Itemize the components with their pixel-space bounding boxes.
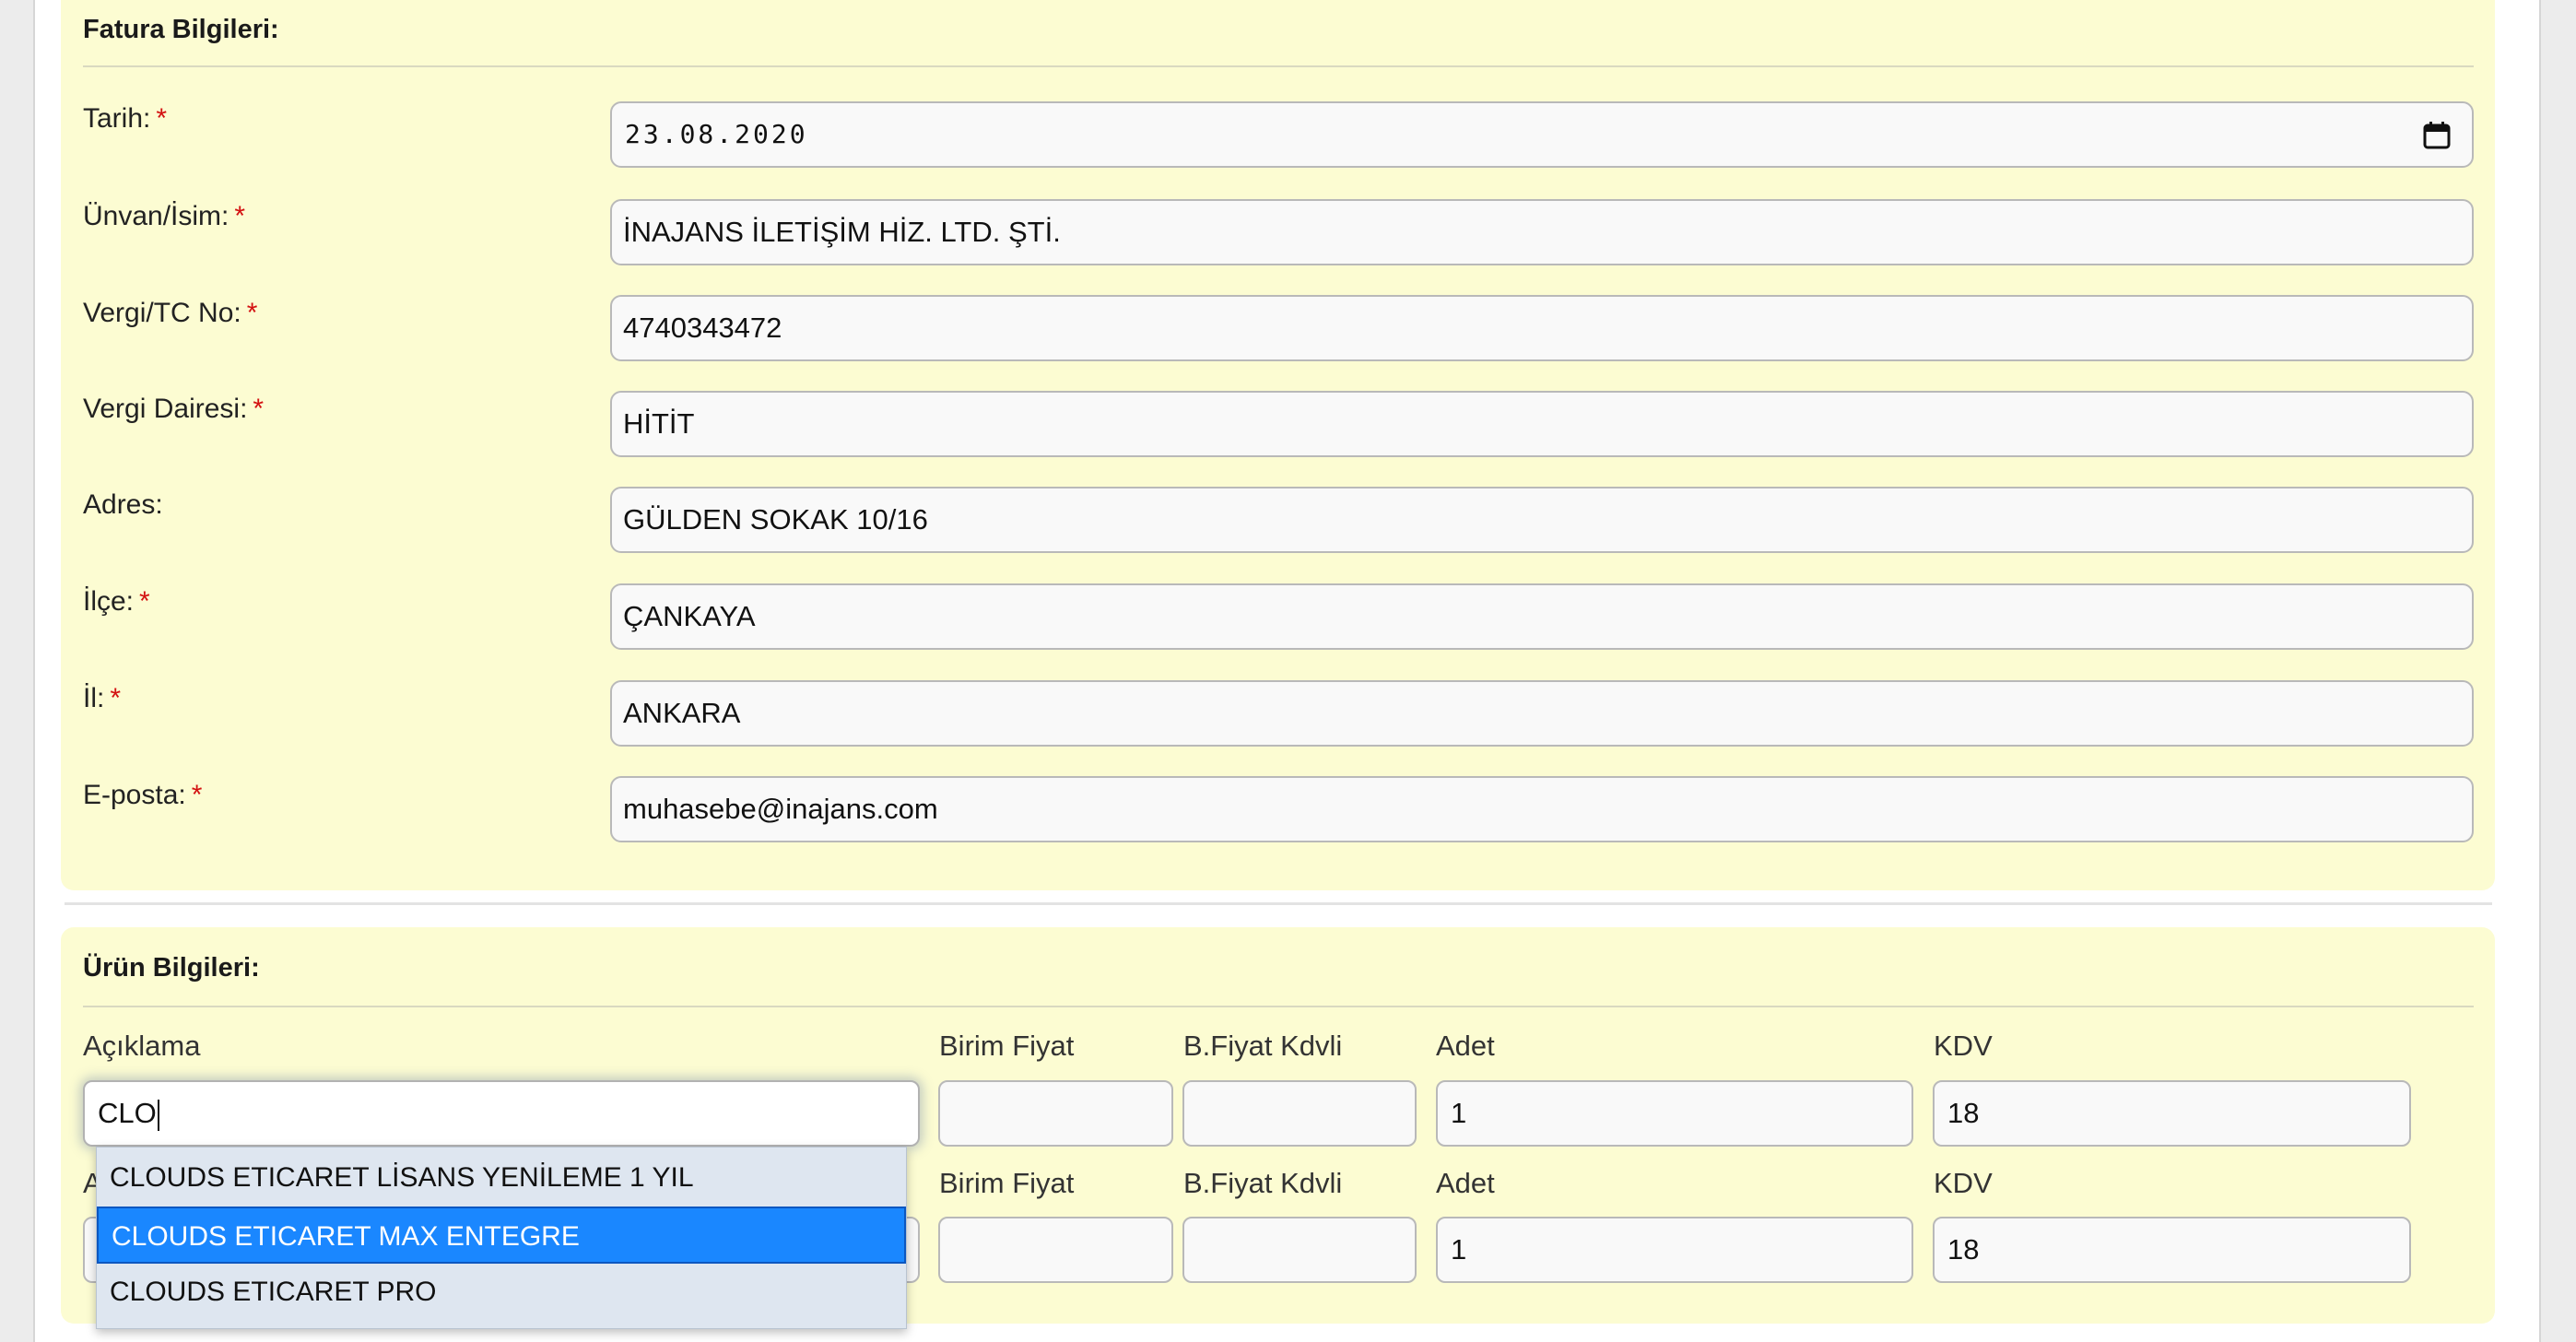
urun-divider [83, 1006, 2474, 1007]
section-separator [65, 902, 2492, 905]
calendar-icon[interactable] [2422, 121, 2452, 150]
birim-fiyat-label: Birim Fiyat [939, 1030, 1075, 1062]
required-marker: * [139, 586, 150, 617]
tarih-label-text: Tarih: [83, 103, 151, 134]
birim-fiyat-label-row2: Birim Fiyat [939, 1167, 1075, 1199]
text-caret [157, 1099, 159, 1131]
b-fiyat-kdvli-input-row2[interactable] [1182, 1217, 1417, 1283]
ilce-input[interactable]: ÇANKAYA [610, 583, 2474, 650]
urun-section-title: Ürün Bilgileri: [83, 953, 260, 983]
vergi-dairesi-label: Vergi Dairesi: * [83, 394, 264, 425]
adres-input[interactable]: GÜLDEN SOKAK 10/16 [610, 487, 2474, 553]
vergi-no-value: 4740343472 [623, 312, 782, 344]
adres-value: GÜLDEN SOKAK 10/16 [623, 503, 928, 536]
vergi-dairesi-value: HİTİT [623, 407, 695, 440]
aciklama-input[interactable]: CLO [83, 1080, 920, 1147]
kdv-value: 18 [1947, 1097, 1980, 1129]
vergi-no-input[interactable]: 4740343472 [610, 295, 2474, 361]
adet-value: 1 [1451, 1097, 1467, 1129]
eposta-label-text: E-posta: [83, 780, 186, 810]
fatura-divider [83, 65, 2474, 67]
unvan-input[interactable]: İNAJANS İLETİŞİM HİZ. LTD. ŞTİ. [610, 199, 2474, 265]
eposta-label: E-posta: * [83, 780, 202, 811]
vergi-no-label: Vergi/TC No: * [83, 298, 257, 329]
eposta-input[interactable]: muhasebe@inajans.com [610, 776, 2474, 842]
tarih-value: 23.08.2020 [625, 119, 808, 149]
adres-label-text: Adres: [83, 489, 163, 520]
kdv-input[interactable]: 18 [1933, 1080, 2411, 1147]
eposta-value: muhasebe@inajans.com [623, 793, 938, 825]
kdv-label-row2: KDV [1934, 1167, 1993, 1199]
ilce-value: ÇANKAYA [623, 600, 756, 632]
vergi-no-label-text: Vergi/TC No: [83, 298, 241, 328]
b-fiyat-kdvli-label: B.Fiyat Kdvli [1183, 1030, 1343, 1062]
autocomplete-item-active[interactable]: CLOUDS ETICARET MAX ENTEGRE [97, 1207, 906, 1264]
birim-fiyat-input-row2[interactable] [938, 1217, 1173, 1283]
fatura-section-title: Fatura Bilgileri: [83, 15, 279, 44]
kdv-input-row2[interactable]: 18 [1933, 1217, 2411, 1283]
il-value: ANKARA [623, 697, 741, 729]
b-fiyat-kdvli-input[interactable] [1182, 1080, 1417, 1147]
adet-input-row2[interactable]: 1 [1436, 1217, 1913, 1283]
autocomplete-dropdown: CLOUDS ETICARET LİSANS YENİLEME 1 YIL CL… [96, 1147, 907, 1329]
adet-input[interactable]: 1 [1436, 1080, 1913, 1147]
birim-fiyat-input[interactable] [938, 1080, 1173, 1147]
il-label-text: İl: [83, 683, 105, 713]
vergi-dairesi-label-text: Vergi Dairesi: [83, 394, 248, 424]
adres-label: Adres: [83, 489, 169, 521]
il-input[interactable]: ANKARA [610, 680, 2474, 747]
aciklama-label: Açıklama [83, 1030, 201, 1062]
ilce-label: İlçe: * [83, 586, 150, 618]
kdv-label: KDV [1934, 1030, 1993, 1062]
autocomplete-item[interactable]: CLOUDS ETICARET PRO [97, 1264, 906, 1321]
required-marker: * [110, 683, 122, 713]
adet-label: Adet [1436, 1030, 1495, 1062]
autocomplete-item[interactable]: CLOUDS ETICARET LİSANS YENİLEME 1 YIL [97, 1149, 906, 1207]
il-label: İl: * [83, 683, 121, 714]
tarih-label: Tarih: * [83, 103, 167, 135]
required-marker: * [253, 394, 265, 424]
adet-label-row2: Adet [1436, 1167, 1495, 1199]
unvan-label: Ünvan/İsim: * [83, 201, 245, 232]
unvan-value: İNAJANS İLETİŞİM HİZ. LTD. ŞTİ. [623, 216, 1061, 248]
vergi-dairesi-input[interactable]: HİTİT [610, 391, 2474, 457]
required-marker: * [246, 298, 258, 328]
kdv-value-row2: 18 [1947, 1233, 1980, 1265]
aciklama-value: CLO [98, 1097, 157, 1129]
b-fiyat-kdvli-label-row2: B.Fiyat Kdvli [1183, 1167, 1343, 1199]
required-marker: * [156, 103, 168, 134]
unvan-label-text: Ünvan/İsim: [83, 201, 229, 231]
required-marker: * [234, 201, 246, 231]
adet-value-row2: 1 [1451, 1233, 1467, 1265]
required-marker: * [191, 780, 203, 810]
ilce-label-text: İlçe: [83, 586, 135, 617]
tarih-date-input[interactable]: 23.08.2020 [610, 101, 2474, 168]
